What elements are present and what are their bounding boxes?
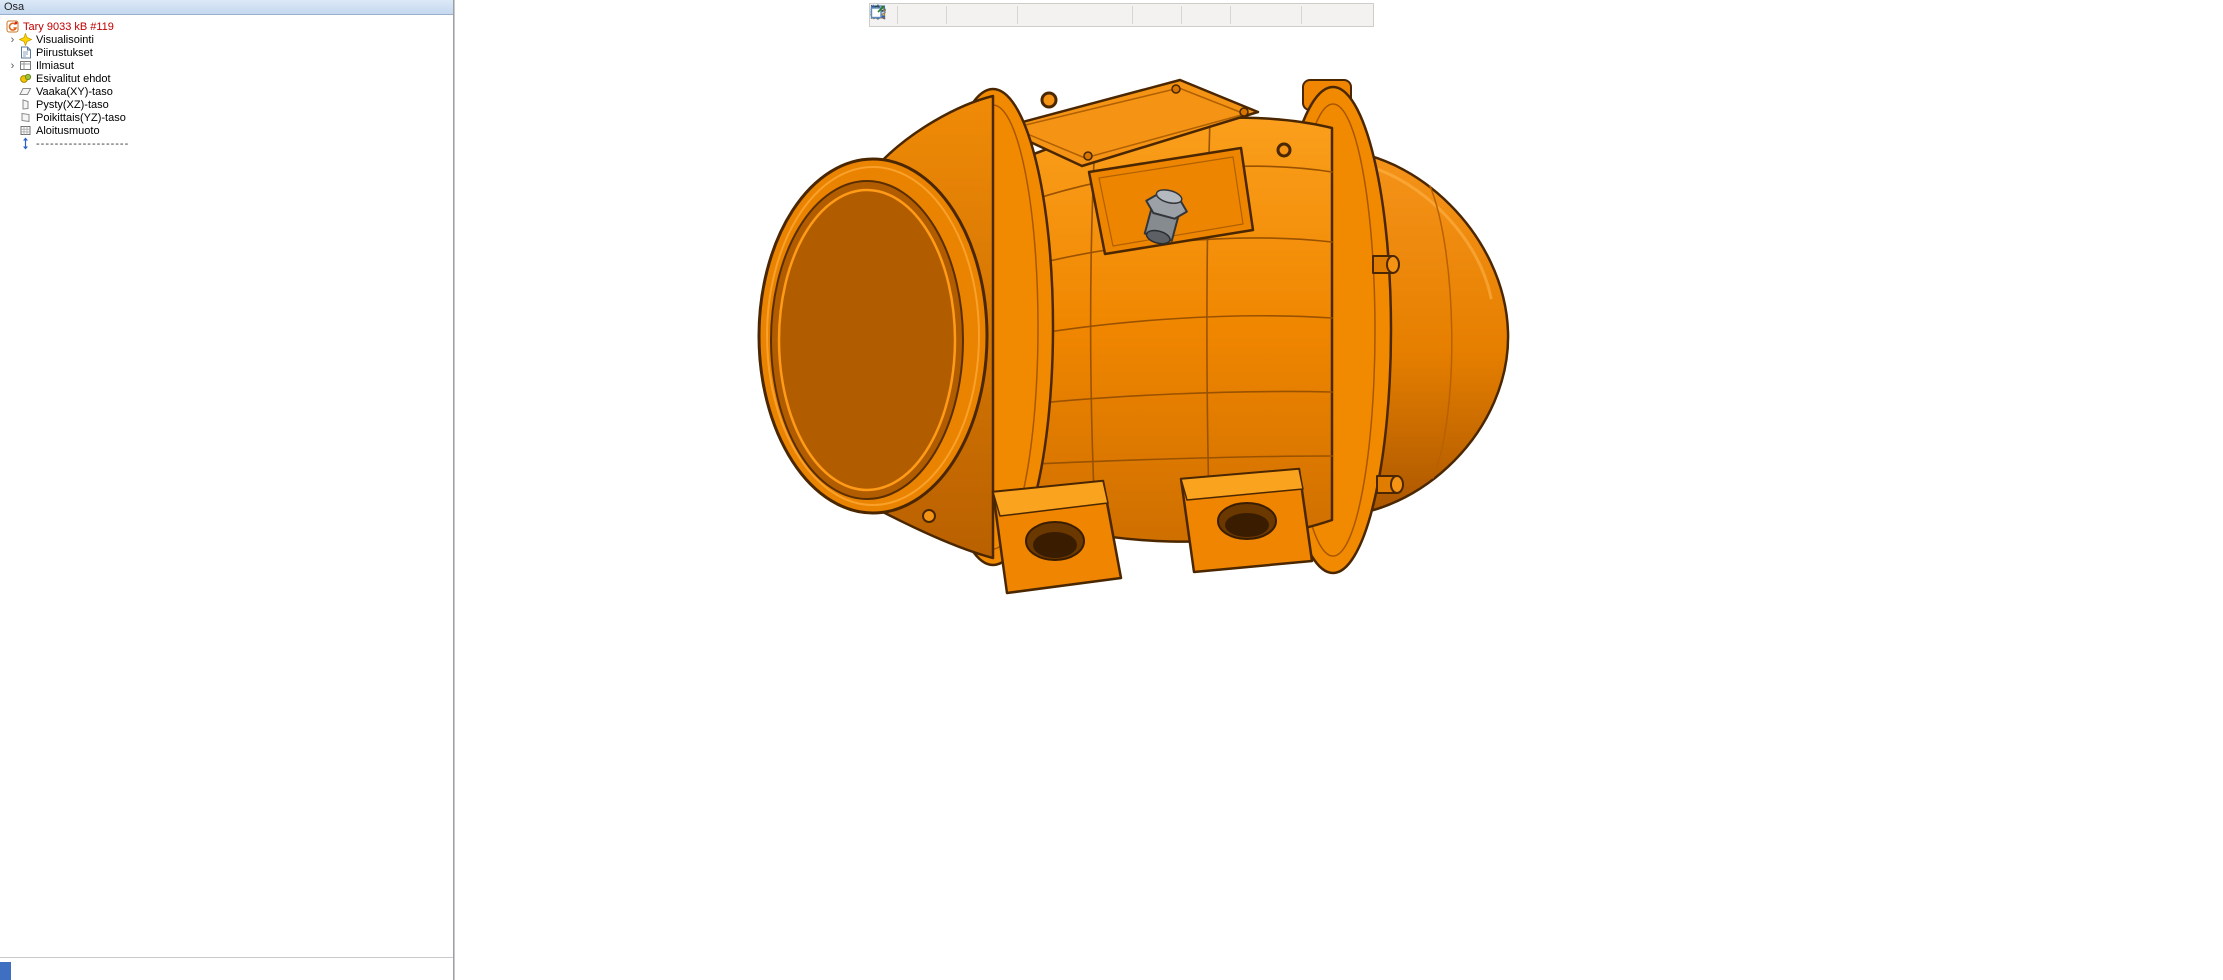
transparent-mode-button[interactable]: [1108, 4, 1130, 26]
panel-footer-divider: [0, 957, 453, 958]
isometric-view-button[interactable]: [1135, 4, 1157, 26]
magnifier-button[interactable]: [1233, 4, 1255, 26]
plane-icon: [19, 111, 32, 124]
tree-item-label: --------------------: [36, 138, 129, 150]
panel-header: Osa: [0, 0, 453, 15]
wireframe-mode-button[interactable]: [1086, 4, 1108, 26]
plane-icon: [19, 85, 32, 98]
tree-item-vaaka-xy-taso[interactable]: Vaaka(XY)-taso: [0, 85, 453, 98]
feature-tree: Tary 9033 kB #119 › Visualisointi Piirus…: [0, 15, 453, 150]
3d-viewport[interactable]: [455, 0, 2223, 980]
section-view-button[interactable]: [1184, 4, 1206, 26]
tree-item-label: Piirustukset: [36, 47, 93, 59]
pan-view-button[interactable]: [993, 4, 1015, 26]
eraser-button[interactable]: [1277, 4, 1299, 26]
rotate-view-button[interactable]: [971, 4, 993, 26]
expand-chevron[interactable]: ›: [6, 61, 19, 71]
render-button[interactable]: [1157, 4, 1179, 26]
tree-item-label: Pysty(XZ)-taso: [36, 99, 109, 111]
vibration-motor-model: [455, 0, 2223, 980]
feature-tree-panel: Osa Tary 9033 kB #119 › Visualisointi: [0, 0, 454, 980]
tree-item-label: Visualisointi: [36, 34, 94, 46]
rollback-icon: [19, 137, 32, 150]
plane-icon: [19, 98, 32, 111]
tree-item-label: Poikittais(YZ)-taso: [36, 112, 126, 124]
tree-item-rollback-bar[interactable]: --------------------: [0, 137, 453, 150]
part-document-icon: [6, 20, 19, 33]
toolbar-separator: [1230, 6, 1231, 24]
appearances-icon: [19, 59, 32, 72]
tree-item-aloitusmuoto[interactable]: Aloitusmuoto: [0, 124, 453, 137]
tree-item-ilmiasut[interactable]: › Ilmiasut: [0, 59, 453, 72]
tree-item-pysty-xz-taso[interactable]: Pysty(XZ)-taso: [0, 98, 453, 111]
toolbar-separator: [1132, 6, 1133, 24]
panel-bottom-accent: [0, 962, 11, 980]
drawings-icon: [19, 46, 32, 59]
toolbar-separator: [1017, 6, 1018, 24]
toolbar-separator: [946, 6, 947, 24]
tree-item-label: Esivalitut ehdot: [36, 73, 111, 85]
tree-root-row[interactable]: Tary 9033 kB #119: [0, 20, 453, 33]
tree-item-esivalitut-ehdot[interactable]: Esivalitut ehdot: [0, 72, 453, 85]
panel-title: Osa: [4, 1, 24, 13]
tree-item-label: Vaaka(XY)-taso: [36, 86, 113, 98]
view-toolbar: [869, 3, 1374, 27]
toolbar-separator: [897, 6, 898, 24]
preselected-conditions-icon: [19, 72, 32, 85]
tree-item-piirustukset[interactable]: Piirustukset: [0, 46, 453, 59]
tree-item-visualisointi[interactable]: › Visualisointi: [0, 33, 453, 46]
materials-button[interactable]: [1255, 4, 1277, 26]
toolbar-separator: [1181, 6, 1182, 24]
start-shape-icon: [19, 124, 32, 137]
coordinate-axes-button[interactable]: [1326, 4, 1348, 26]
new-view-window-button[interactable]: [1348, 4, 1370, 26]
tree-item-label: Aloitusmuoto: [36, 125, 100, 137]
zoom-pointer-button[interactable]: [949, 4, 971, 26]
tree-root-label: Tary 9033 kB #119: [23, 21, 114, 33]
frame-select-button[interactable]: [900, 4, 922, 26]
tree-item-poikittais-yz-taso[interactable]: Poikittais(YZ)-taso: [0, 111, 453, 124]
hidden-lines-mode-button[interactable]: [1064, 4, 1086, 26]
shaded-mode-button[interactable]: [1020, 4, 1042, 26]
dimension-pointer-button[interactable]: [1304, 4, 1326, 26]
tree-item-label: Ilmiasut: [36, 60, 74, 72]
toolbar-separator: [1301, 6, 1302, 24]
layers-button[interactable]: [1206, 4, 1228, 26]
visualization-icon: [19, 33, 32, 46]
shaded-edges-mode-button[interactable]: [1042, 4, 1064, 26]
measure-button[interactable]: [922, 4, 944, 26]
new-view-window-icon: [870, 4, 886, 20]
expand-chevron[interactable]: ›: [6, 35, 19, 45]
